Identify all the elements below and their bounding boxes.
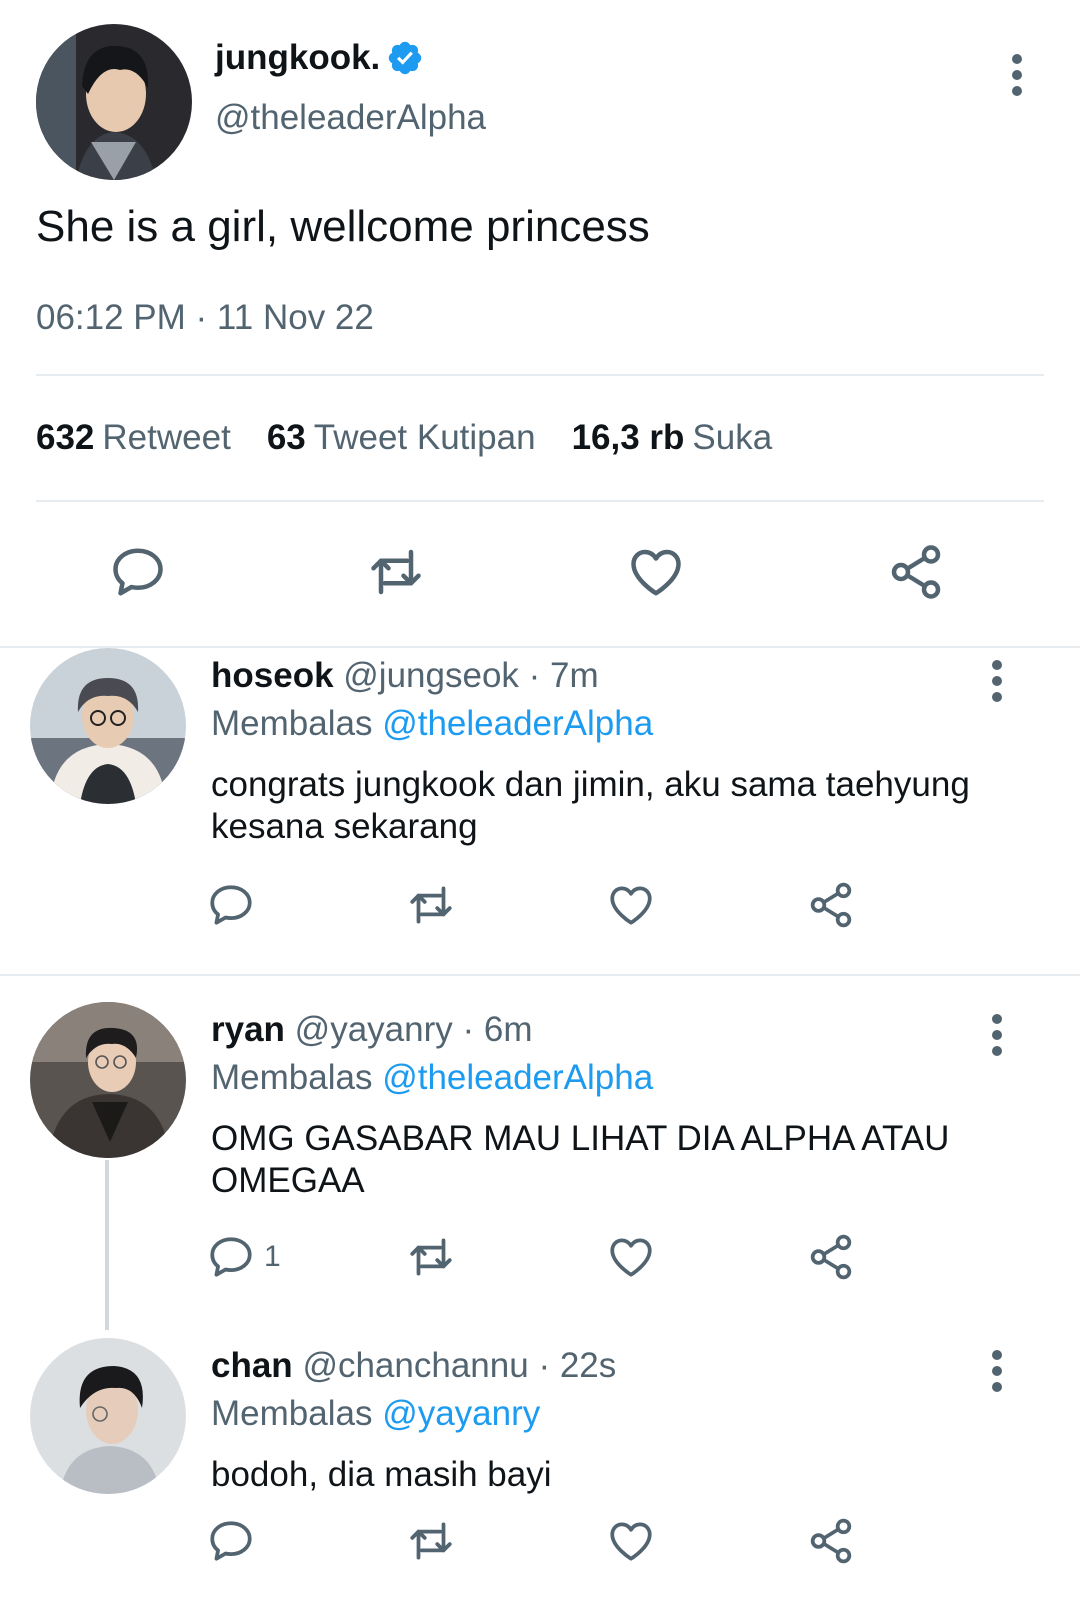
reply-count: 1 <box>264 1240 281 1273</box>
more-vertical-icon[interactable] <box>982 1346 1012 1396</box>
like-icon[interactable] <box>606 880 656 930</box>
tweet-timestamp[interactable]: 06:12 PM · 11 Nov 22 <box>36 298 374 338</box>
reply-text: OMG GASABAR MAU LIHAT DIA ALPHA ATAU OME… <box>211 1119 950 1200</box>
reply-icon[interactable] <box>206 1232 256 1282</box>
tweet-text: She is a girl, wellcome princess <box>36 202 650 251</box>
more-vertical-icon[interactable] <box>1002 50 1032 100</box>
mention-link[interactable]: @theleaderAlpha <box>382 704 653 743</box>
more-vertical-icon[interactable] <box>982 1010 1012 1060</box>
like-icon[interactable] <box>626 542 686 602</box>
avatar[interactable] <box>30 1002 186 1158</box>
separator <box>0 974 1080 976</box>
share-icon[interactable] <box>806 1232 856 1282</box>
tweet-stats: 632 Retweet 63 Tweet Kutipan 16,3 rb Suka <box>36 418 808 458</box>
reply-author-handle[interactable]: @chanchannu <box>302 1346 528 1385</box>
reply-time: · 6m <box>462 1010 533 1049</box>
reply-author-name[interactable]: hoseok <box>211 656 334 695</box>
divider <box>36 500 1044 502</box>
avatar[interactable] <box>30 648 186 804</box>
reply-author-name[interactable]: ryan <box>211 1010 285 1049</box>
retweet-icon[interactable] <box>406 1232 456 1282</box>
mention-link[interactable]: @yayanry <box>382 1394 540 1433</box>
reply-text: congrats jungkook dan jimin, aku sama ta… <box>211 765 970 846</box>
reply-icon[interactable] <box>206 1516 256 1566</box>
quote-tweet-stat[interactable]: 63 Tweet Kutipan <box>267 418 536 458</box>
replying-to: Membalas @theleaderAlpha <box>211 704 653 744</box>
reply-tweet[interactable]: chan @chanchannu · 22s Membalas @yayanry… <box>0 1338 1080 1608</box>
divider <box>36 374 1044 376</box>
replying-to-label: Membalas <box>211 704 373 743</box>
replying-to-label: Membalas <box>211 1058 373 1097</box>
author-name[interactable]: jungkook. <box>215 38 424 78</box>
reply-time: · 22s <box>538 1346 617 1385</box>
reply-icon[interactable] <box>206 880 256 930</box>
replying-to: Membalas @yayanry <box>211 1394 540 1434</box>
replying-to: Membalas @theleaderAlpha <box>211 1058 653 1098</box>
retweet-icon[interactable] <box>366 542 426 602</box>
more-vertical-icon[interactable] <box>982 656 1012 706</box>
like-icon[interactable] <box>606 1232 656 1282</box>
reply-header: hoseok @jungseok · 7m <box>211 656 599 696</box>
verified-badge-icon <box>389 41 422 75</box>
retweet-stat[interactable]: 632 Retweet <box>36 418 231 458</box>
mention-link[interactable]: @theleaderAlpha <box>382 1058 653 1097</box>
like-icon[interactable] <box>606 1516 656 1566</box>
reply-author-handle[interactable]: @jungseok <box>343 656 519 695</box>
reply-tweet[interactable]: ryan @yayanry · 6m Membalas @theleaderAl… <box>0 1002 1080 1322</box>
reply-time: · 7m <box>528 656 599 695</box>
retweet-icon[interactable] <box>406 1516 456 1566</box>
reply-author-name[interactable]: chan <box>211 1346 293 1385</box>
share-icon[interactable] <box>806 880 856 930</box>
reply-header: ryan @yayanry · 6m <box>211 1010 533 1050</box>
reply-tweet[interactable]: hoseok @jungseok · 7m Membalas @theleade… <box>0 648 1080 974</box>
reply-header: chan @chanchannu · 22s <box>211 1346 616 1386</box>
retweet-icon[interactable] <box>406 880 456 930</box>
reply-icon[interactable] <box>108 542 168 602</box>
replying-to-label: Membalas <box>211 1394 373 1433</box>
main-tweet: jungkook. @theleaderAlpha She is a girl,… <box>0 0 1080 648</box>
like-stat[interactable]: 16,3 rb Suka <box>572 418 773 458</box>
share-icon[interactable] <box>806 1516 856 1566</box>
author-name-text: jungkook. <box>215 38 381 77</box>
avatar[interactable] <box>30 1338 186 1494</box>
author-avatar[interactable] <box>36 24 192 180</box>
reply-text: bodoh, dia masih bayi <box>211 1455 552 1494</box>
share-icon[interactable] <box>886 542 946 602</box>
author-handle[interactable]: @theleaderAlpha <box>215 98 486 138</box>
reply-author-handle[interactable]: @yayanry <box>295 1010 453 1049</box>
